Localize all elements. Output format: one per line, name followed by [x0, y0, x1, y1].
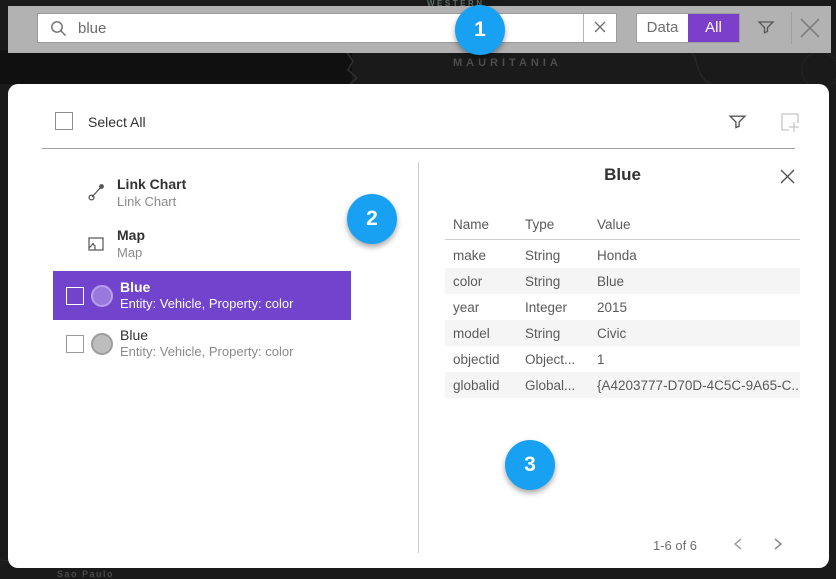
annotation-callout-2: 2 — [347, 194, 397, 244]
result-subtitle: Map — [117, 245, 142, 260]
table-row: objectid Object... 1 — [445, 346, 800, 372]
funnel-icon — [728, 112, 747, 134]
annotation-callout-3: 3 — [505, 440, 555, 490]
chevron-left-icon — [732, 537, 744, 554]
result-title: Map — [117, 227, 145, 243]
result-item-blue[interactable]: Blue Entity: Vehicle, Property: color — [53, 322, 351, 368]
cell-value: 2015 — [597, 300, 800, 315]
toggle-option-all[interactable]: All — [688, 14, 739, 42]
entity-circle-icon — [91, 285, 113, 307]
cell-value: {A4203777-D70D-4C5C-9A65-C... — [597, 378, 800, 393]
detail-close-button[interactable] — [775, 166, 799, 190]
cell-type: Global... — [525, 378, 597, 393]
cell-value: Civic — [597, 326, 800, 341]
cell-name: color — [453, 274, 525, 289]
table-row: year Integer 2015 — [445, 294, 800, 320]
result-subtitle: Entity: Vehicle, Property: color — [120, 344, 293, 359]
cell-type: String — [525, 248, 597, 263]
cell-name: model — [453, 326, 525, 341]
entity-circle-icon — [91, 333, 113, 355]
result-checkbox[interactable] — [66, 287, 84, 305]
pagination-prev-button[interactable] — [728, 535, 748, 555]
annotation-callout-1: 1 — [455, 5, 505, 55]
link-chart-icon — [88, 183, 106, 206]
divider — [42, 148, 795, 149]
result-item-map[interactable]: Map Map — [53, 222, 351, 268]
result-title: Blue — [120, 327, 148, 343]
toggle-option-data[interactable]: Data — [637, 14, 688, 42]
cell-type: String — [525, 326, 597, 341]
search-toolbar: Data All — [8, 6, 831, 53]
map-label-mauritania: MAURITANIA — [453, 57, 562, 69]
result-subtitle: Link Chart — [117, 194, 176, 209]
column-header-name: Name — [453, 217, 489, 232]
close-search-button[interactable] — [794, 13, 826, 45]
pagination-next-button[interactable] — [768, 535, 788, 555]
map-label-sao-paulo: Sao Paulo — [57, 569, 114, 579]
table-row: color String Blue — [445, 268, 800, 294]
result-title: Blue — [120, 279, 150, 295]
table-row: make String Honda — [445, 242, 800, 268]
search-input-container[interactable] — [37, 13, 617, 43]
search-icon — [38, 20, 78, 37]
search-input[interactable] — [78, 20, 583, 37]
app-window: WESTERN MAURITANIA Sao Paulo Data All — [0, 0, 836, 579]
column-header-type: Type — [525, 217, 554, 232]
column-header-value: Value — [597, 217, 631, 232]
add-square-icon — [779, 111, 801, 136]
result-title: Link Chart — [117, 176, 186, 192]
map-icon — [87, 235, 105, 258]
cell-type: String — [525, 274, 597, 289]
result-subtitle: Entity: Vehicle, Property: color — [120, 296, 293, 311]
result-checkbox[interactable] — [66, 335, 84, 353]
search-clear-button[interactable] — [584, 14, 616, 42]
funnel-icon — [757, 18, 775, 39]
list-detail-divider — [418, 162, 419, 553]
search-filter-button[interactable] — [753, 16, 779, 40]
detail-title: Blue — [445, 165, 800, 185]
pagination-label: 1-6 of 6 — [650, 538, 700, 553]
cell-type: Integer — [525, 300, 597, 315]
cell-name: year — [453, 300, 525, 315]
cell-value: Honda — [597, 248, 800, 263]
table-header-divider — [445, 239, 800, 240]
toolbar-divider — [791, 12, 792, 44]
select-all-label: Select All — [88, 114, 146, 130]
cell-value: 1 — [597, 352, 800, 367]
cell-name: objectid — [453, 352, 525, 367]
select-all-checkbox[interactable] — [55, 112, 73, 130]
cell-value: Blue — [597, 274, 800, 289]
clear-x-icon — [594, 21, 606, 36]
filter-results-button[interactable] — [725, 111, 749, 135]
new-selection-button[interactable] — [777, 111, 803, 135]
cell-type: Object... — [525, 352, 597, 367]
table-row: model String Civic — [445, 320, 800, 346]
cell-name: make — [453, 248, 525, 263]
data-all-toggle: Data All — [636, 13, 740, 43]
table-row: globalid Global... {A4203777-D70D-4C5C-9… — [445, 372, 800, 398]
close-icon — [797, 15, 823, 44]
chevron-right-icon — [772, 537, 784, 554]
close-icon — [779, 168, 796, 188]
result-item-blue-selected[interactable]: Blue Entity: Vehicle, Property: color — [53, 271, 351, 320]
cell-name: globalid — [453, 378, 525, 393]
result-item-link-chart[interactable]: Link Chart Link Chart — [53, 170, 351, 216]
